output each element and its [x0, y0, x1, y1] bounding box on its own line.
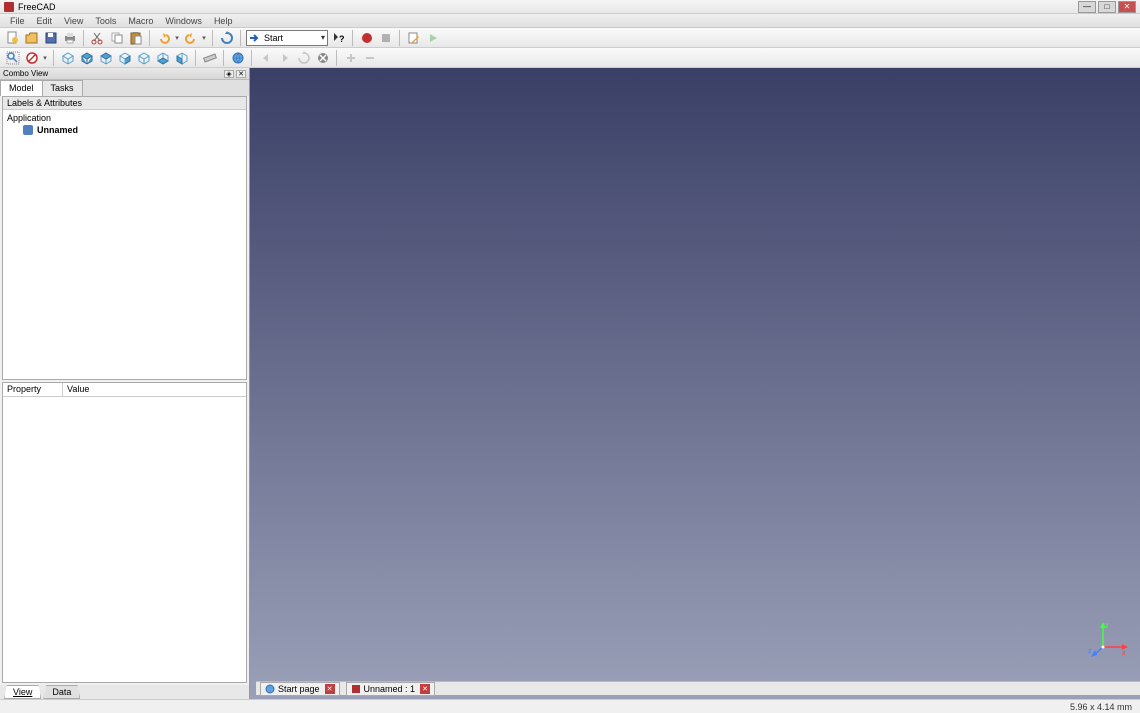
web-home-icon[interactable]	[229, 49, 246, 66]
property-header: Property Value	[3, 383, 246, 397]
print-icon[interactable]	[61, 29, 78, 46]
nav-stop-icon[interactable]	[314, 49, 331, 66]
minimize-button[interactable]: —	[1078, 1, 1096, 13]
document-tab-bar: Start page ✕ Unnamed : 1 ✕	[256, 681, 1140, 695]
menu-tools[interactable]: Tools	[89, 16, 122, 26]
macro-edit-icon[interactable]	[405, 29, 422, 46]
close-button[interactable]: ✕	[1118, 1, 1136, 13]
statusbar: 5.96 x 4.14 mm	[0, 699, 1140, 713]
3d-viewport[interactable]: y x z	[250, 68, 1140, 699]
view-front-icon[interactable]	[78, 49, 95, 66]
copy-icon[interactable]	[108, 29, 125, 46]
axis-y-label: y	[1105, 622, 1109, 629]
start-arrow-icon	[249, 32, 261, 44]
menu-windows[interactable]: Windows	[159, 16, 208, 26]
titlebar: FreeCAD — □ ✕	[0, 0, 1140, 14]
macro-stop-icon[interactable]	[377, 29, 394, 46]
menu-help[interactable]: Help	[208, 16, 239, 26]
svg-text:?: ?	[339, 34, 345, 44]
paste-icon[interactable]	[127, 29, 144, 46]
measure-icon[interactable]	[201, 49, 218, 66]
tree-body: Application Unnamed	[3, 110, 246, 379]
panel-undock-icon[interactable]: ◈	[224, 70, 234, 78]
view-top-icon[interactable]	[97, 49, 114, 66]
freecad-doc-icon	[351, 684, 361, 694]
open-document-icon[interactable]	[23, 29, 40, 46]
axis-x-label: x	[1122, 650, 1126, 657]
view-left-icon[interactable]	[173, 49, 190, 66]
tree-panel: Labels & Attributes Application Unnamed	[2, 96, 247, 380]
doc-tab-close-icon[interactable]: ✕	[420, 684, 430, 694]
globe-icon	[265, 684, 275, 694]
undo-icon[interactable]	[155, 29, 172, 46]
menubar: File Edit View Tools Macro Windows Help	[0, 14, 1140, 28]
redo-dropdown-icon[interactable]: ▾	[201, 29, 207, 46]
tab-model[interactable]: Model	[0, 80, 43, 96]
chevron-down-icon: ▾	[321, 33, 325, 42]
refresh-icon[interactable]	[218, 29, 235, 46]
tab-tasks[interactable]: Tasks	[42, 80, 83, 96]
doc-tab-label: Start page	[278, 684, 320, 694]
doc-tab-close-icon[interactable]: ✕	[325, 684, 335, 694]
property-col-value: Value	[63, 383, 93, 396]
doc-tab-start-page[interactable]: Start page ✕	[260, 682, 340, 696]
whatsthis-icon[interactable]: ?	[330, 29, 347, 46]
combo-view-title: Combo View	[3, 69, 48, 78]
draw-style-dropdown-icon[interactable]: ▾	[42, 49, 48, 66]
property-col-property: Property	[3, 383, 63, 396]
menu-macro[interactable]: Macro	[122, 16, 159, 26]
macro-play-icon[interactable]	[424, 29, 441, 46]
workbench-selector[interactable]: Start ▾	[246, 30, 328, 46]
combo-view-header: Combo View ◈ ✕	[0, 68, 249, 80]
main-area: Combo View ◈ ✕ Model Tasks Labels & Attr…	[0, 68, 1140, 699]
toolbar-row-2: ▾	[0, 48, 1140, 68]
property-tabs: View Data	[0, 685, 249, 699]
app-icon	[4, 2, 14, 12]
tree-item-label: Unnamed	[37, 125, 78, 135]
nav-back-icon[interactable]	[257, 49, 274, 66]
property-panel: Property Value	[2, 382, 247, 683]
tab-data[interactable]: Data	[43, 685, 80, 699]
view-right-icon[interactable]	[116, 49, 133, 66]
macro-record-icon[interactable]	[358, 29, 375, 46]
axis-gizmo: y x z	[1088, 619, 1128, 659]
combo-tabs: Model Tasks	[0, 80, 249, 96]
tab-view[interactable]: View	[4, 685, 41, 699]
property-body	[3, 397, 246, 682]
tree-root-label: Application	[7, 113, 51, 123]
document-icon	[23, 125, 33, 135]
redo-icon[interactable]	[182, 29, 199, 46]
menu-file[interactable]: File	[4, 16, 31, 26]
tree-item-unnamed[interactable]: Unnamed	[7, 124, 242, 136]
menu-edit[interactable]: Edit	[31, 16, 59, 26]
save-document-icon[interactable]	[42, 29, 59, 46]
toolbar-row-1: ▾ ▾ Start ▾ ?	[0, 28, 1140, 48]
cut-icon[interactable]	[89, 29, 106, 46]
view-bottom-icon[interactable]	[154, 49, 171, 66]
status-dimensions: 5.96 x 4.14 mm	[1070, 702, 1132, 712]
view-isometric-icon[interactable]	[59, 49, 76, 66]
new-document-icon[interactable]	[4, 29, 21, 46]
tree-header: Labels & Attributes	[3, 97, 246, 110]
menu-view[interactable]: View	[58, 16, 89, 26]
undo-dropdown-icon[interactable]: ▾	[174, 29, 180, 46]
view-rear-icon[interactable]	[135, 49, 152, 66]
doc-tab-unnamed[interactable]: Unnamed : 1 ✕	[346, 682, 436, 696]
combo-view-panel: Combo View ◈ ✕ Model Tasks Labels & Attr…	[0, 68, 250, 699]
workbench-label: Start	[264, 33, 283, 43]
axis-z-label: z	[1088, 648, 1092, 655]
draw-style-icon[interactable]	[23, 49, 40, 66]
fit-all-icon[interactable]	[4, 49, 21, 66]
zoom-in-icon[interactable]	[342, 49, 359, 66]
doc-tab-label: Unnamed : 1	[364, 684, 416, 694]
panel-close-icon[interactable]: ✕	[236, 70, 246, 78]
maximize-button[interactable]: □	[1098, 1, 1116, 13]
app-title: FreeCAD	[18, 2, 56, 12]
nav-reload-icon[interactable]	[295, 49, 312, 66]
tree-root-application[interactable]: Application	[7, 112, 242, 124]
zoom-out-icon[interactable]	[361, 49, 378, 66]
nav-forward-icon[interactable]	[276, 49, 293, 66]
